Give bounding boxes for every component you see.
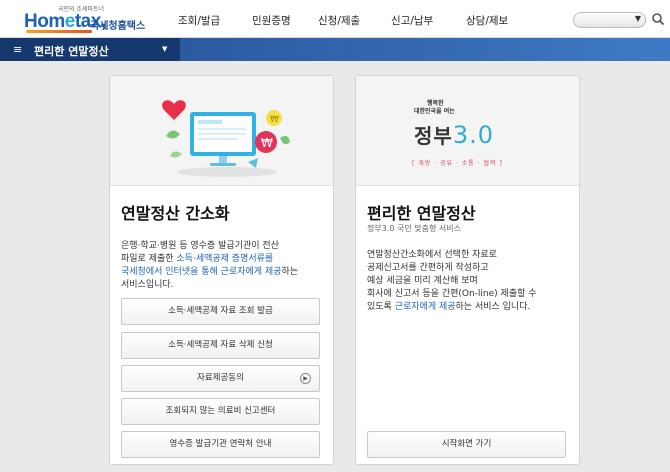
medical-report-center-button[interactable]: 조회되지 않는 의료비 신고센터 [121,398,320,425]
desc-line-2: 공제신고서를 간편하게 작성하고 [367,263,489,273]
nav-item-certificate[interactable]: 민원증명 [252,13,291,28]
simplified-yearend-card: ₩ ₩ 연말정산 간소화 은행·학교·병원 등 영수증 발급기관이 전산 파일로… [109,75,334,465]
logo-subtitle: 국세청홈택스 [90,21,146,32]
gov30-logo: 행복한 대한민국을 여는 정부3.0 [ 개방 · 공유 · 소통 · 협력 ] [412,100,503,167]
svg-text:₩: ₩ [261,136,273,150]
hometax-logo[interactable]: 국민의 조세파트너 Hometax, 국세청홈택스 [24,4,154,34]
search-input[interactable]: ▼ [573,12,646,28]
desc-line-5: 있도록 근로자에게 제공하는 서비스 입니다. [367,302,531,312]
logo-swoosh [26,30,92,33]
data-consent-button[interactable]: 자료제공동의 ▶ [121,365,320,392]
card-illustration-area: ₩ ₩ [110,76,333,186]
desc-line-1: 은행·학교·병원 등 영수증 발급기관이 전산 [121,241,279,251]
nav-item-consult[interactable]: 상담/제보 [466,13,508,28]
svg-text:₩: ₩ [270,115,279,125]
card-description: 은행·학교·병원 등 영수증 발급기관이 전산 파일로 제출한 소득·세액공제 … [121,240,298,292]
desc-line-4: 회사에 신고서 등을 간편(On-line) 제출할 수 [367,289,537,299]
monitor-illustration: ₩ ₩ [162,100,290,177]
desc-line-3: 예상 세금을 미리 계산해 보며 [367,276,478,286]
card-description: 연말정산간소화에서 선택한 자료로 공제신고서를 간편하게 작성하고 예상 세금… [367,249,537,314]
card-title: 편리한 연말정산 [367,204,476,223]
sub-nav-fill [180,38,670,61]
nav-item-application[interactable]: 신청/제출 [318,13,360,28]
issuer-contact-button[interactable]: 영수증 발급기관 연락처 안내 [121,431,320,458]
nav-item-inquiry[interactable]: 조회/발급 [178,13,220,28]
section-title: 편리한 연말정산 [34,45,109,58]
desc-line-4: 서비스입니다. [121,280,174,290]
hamburger-icon[interactable]: ≡ [13,43,22,56]
desc-line-3: 국세청에서 인터넷을 통해 근로자에게 제공하는 [121,267,299,277]
view-deduction-data-button[interactable]: 소득·세액공제 자료 조회 발급 [121,298,320,325]
nav-item-filing[interactable]: 신고/납부 [391,13,433,28]
delete-deduction-data-button[interactable]: 소득·세액공제 자료 삭제 신청 [121,332,320,359]
chevron-down-icon[interactable]: ▼ [635,14,641,23]
chevron-right-icon: ▶ [300,373,311,384]
card-logo-area: 행복한 대한민국을 여는 정부3.0 [ 개방 · 공유 · 소통 · 협력 ] [356,76,579,186]
section-menu[interactable]: ≡ 편리한 연말정산 ▼ [0,38,180,61]
convenient-yearend-card: 행복한 대한민국을 여는 정부3.0 [ 개방 · 공유 · 소통 · 협력 ]… [355,75,580,465]
caret-down-icon[interactable]: ▼ [162,45,167,53]
sub-nav-bar: ≡ 편리한 연말정산 ▼ [0,38,670,61]
desc-line-2: 파일로 제출한 소득·세액공제 증명서류를 [121,254,274,264]
search-icon[interactable] [651,12,665,26]
go-to-start-button[interactable]: 시작화면 가기 [367,431,566,458]
top-header: 국민의 조세파트너 Hometax, 국세청홈택스 조회/발급 민원증명 신청/… [0,0,670,38]
data-consent-label: 자료제공동의 [197,373,244,383]
card-subtitle: 정부3.0 국민 맞춤형 서비스 [367,224,461,233]
card-title: 연말정산 간소화 [121,204,230,223]
desc-line-1: 연말정산간소화에서 선택한 자료로 [367,250,497,260]
